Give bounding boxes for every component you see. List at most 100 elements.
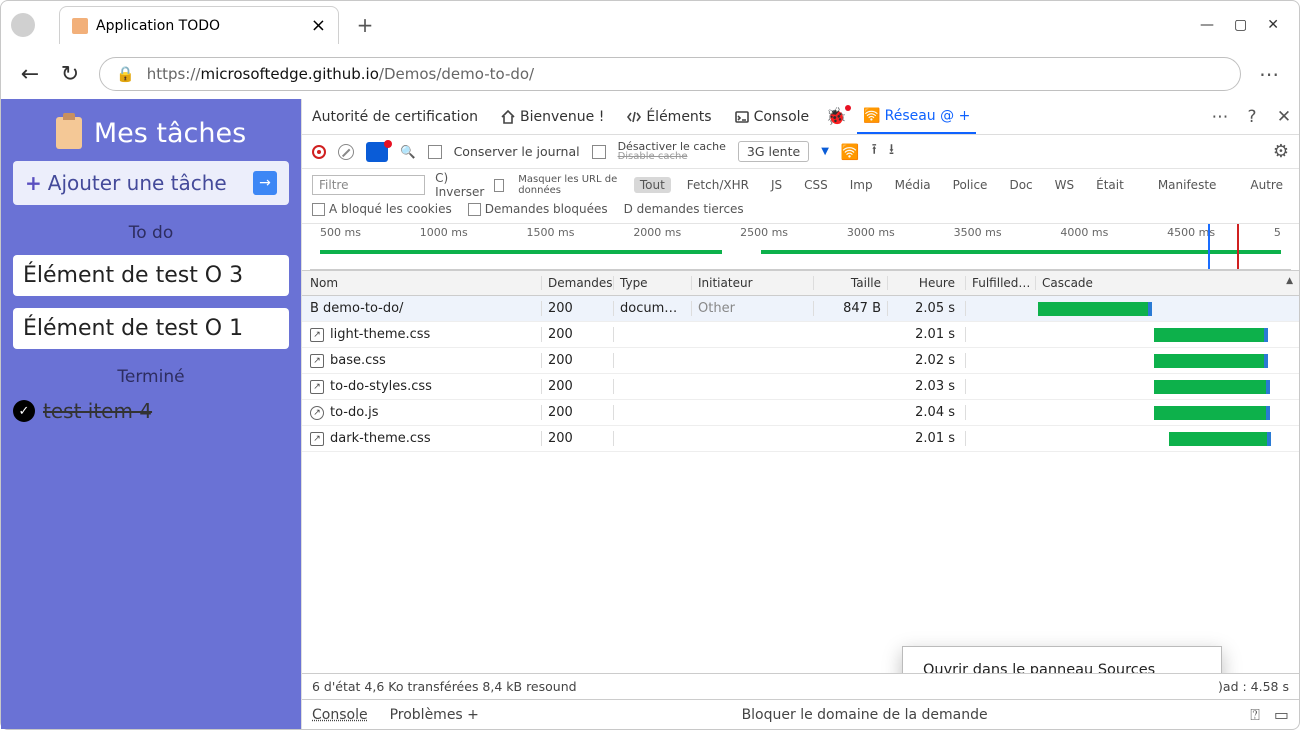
- table-row[interactable]: base.css 200 2.02 s: [302, 348, 1299, 374]
- col-name[interactable]: Nom: [302, 276, 542, 290]
- disable-cache-checkbox[interactable]: [592, 145, 606, 159]
- context-menu: Ouvrir dans le panneau Sources Ouvrir da…: [902, 646, 1222, 673]
- col-type[interactable]: Type: [614, 276, 692, 290]
- filter-input[interactable]: Filtre: [312, 175, 425, 195]
- throttle-select[interactable]: 3G lente: [738, 141, 809, 162]
- add-task-submit-button[interactable]: [253, 171, 277, 195]
- table-row[interactable]: B demo-to-do/ 200 docum… Other 847 B 2.0…: [302, 296, 1299, 322]
- record-button[interactable]: [312, 145, 326, 159]
- network-conditions-icon[interactable]: 🛜: [841, 143, 860, 161]
- back-button[interactable]: ←: [19, 62, 41, 87]
- drawer-console-tab[interactable]: Console: [312, 707, 368, 723]
- third-party-label: D demandes tierces: [624, 202, 744, 216]
- network-table: Nom Demandes Type Initiateur Taille Heur…: [302, 270, 1299, 673]
- table-row[interactable]: to-do-styles.css 200 2.03 s: [302, 374, 1299, 400]
- tab-welcome[interactable]: Bienvenue !: [494, 99, 610, 134]
- devtools-close-button[interactable]: ✕: [1273, 107, 1295, 127]
- ctx-block-domain[interactable]: Bloquer le domaine de la demande: [742, 707, 988, 723]
- url-text: https://microsoftedge.github.io/Demos/de…: [147, 65, 534, 83]
- tab-console[interactable]: Console: [728, 99, 816, 134]
- todo-item[interactable]: Élément de test O 1: [13, 308, 289, 349]
- blocked-requests-label: Demandes bloquées: [485, 202, 608, 216]
- refresh-button[interactable]: ↻: [59, 62, 81, 87]
- tab-network[interactable]: 🛜 Réseau @ +: [857, 99, 976, 134]
- drawer-icon-1[interactable]: ⍰: [1250, 705, 1260, 725]
- network-filters: Filtre C) Inverser Masquer les URL de do…: [302, 169, 1299, 224]
- file-icon: [310, 406, 324, 420]
- file-icon: [310, 432, 324, 446]
- done-item[interactable]: test item 4: [13, 399, 289, 423]
- section-done-label: Terminé: [13, 367, 289, 387]
- check-icon: [13, 400, 35, 422]
- devtools-more-button[interactable]: ⋯: [1209, 107, 1231, 127]
- throttle-caret-icon: ▼: [821, 146, 829, 157]
- drawer-issues-tab[interactable]: Problèmes +: [390, 707, 479, 723]
- profile-avatar[interactable]: [11, 13, 35, 37]
- filter-img-button[interactable]: Imp: [844, 177, 879, 193]
- hide-dataurl-label: Masquer les URL de données: [518, 174, 624, 196]
- col-status[interactable]: Demandes: [542, 276, 614, 290]
- filter-media-button[interactable]: Média: [889, 177, 937, 193]
- browser-tab[interactable]: Application TODO ×: [59, 6, 339, 44]
- filter-css-button[interactable]: CSS: [798, 177, 834, 193]
- devtools-drawer: Console Problèmes + Bloquer le domaine d…: [302, 699, 1299, 729]
- col-fulfilled[interactable]: Fulfilled…: [966, 276, 1036, 290]
- browser-menu-button[interactable]: ⋯: [1259, 62, 1281, 86]
- window-minimize-button[interactable]: —: [1200, 17, 1214, 33]
- demo-app-panel: Mes tâches + Ajouter une tâche To do Élé…: [1, 99, 301, 729]
- col-time[interactable]: Heure: [888, 276, 966, 290]
- col-size[interactable]: Taille: [814, 276, 888, 290]
- app-title: Mes tâches: [13, 117, 289, 149]
- table-row[interactable]: dark-theme.css 200 2.01 s: [302, 426, 1299, 452]
- table-row[interactable]: to-do.js 200 2.04 s: [302, 400, 1299, 426]
- wifi-icon: 🛜: [863, 108, 880, 124]
- filter-manifest-button[interactable]: Manifeste: [1152, 177, 1223, 193]
- done-item-label: test item 4: [43, 399, 152, 423]
- issues-icon[interactable]: 🐞: [825, 107, 847, 127]
- blocked-requests-checkbox[interactable]: [468, 203, 481, 216]
- tab-elements[interactable]: Éléments: [620, 99, 717, 134]
- network-timeline[interactable]: 500 ms1000 ms1500 ms2000 ms2500 ms3000 m…: [310, 224, 1291, 270]
- window-close-button[interactable]: ✕: [1267, 17, 1279, 33]
- tab-close-button[interactable]: ×: [311, 15, 326, 36]
- filter-all-button[interactable]: Tout: [634, 177, 671, 193]
- filter-font-button[interactable]: Police: [947, 177, 994, 193]
- toolbar: ← ↻ 🔒 https://microsoftedge.github.io/De…: [1, 49, 1299, 99]
- filter-other-button[interactable]: Autre: [1244, 177, 1289, 193]
- blocked-cookies-checkbox[interactable]: [312, 203, 325, 216]
- disable-cache-label: Désactiver le cache Disable cache: [618, 142, 726, 162]
- drawer-icon-2[interactable]: ▭: [1274, 705, 1289, 725]
- address-bar[interactable]: 🔒 https://microsoftedge.github.io/Demos/…: [99, 57, 1241, 91]
- devtools-help-button[interactable]: ?: [1241, 107, 1263, 127]
- invert-checkbox[interactable]: [494, 179, 504, 192]
- export-har-icon[interactable]: ⭳: [889, 139, 894, 164]
- window-maximize-button[interactable]: ▢: [1234, 17, 1247, 33]
- col-initiator[interactable]: Initiateur: [692, 276, 814, 290]
- search-icon[interactable]: 🔍: [400, 144, 416, 160]
- tab-cert[interactable]: Autorité de certification: [306, 99, 484, 134]
- filter-wasm-button[interactable]: Était: [1090, 177, 1130, 193]
- table-header[interactable]: Nom Demandes Type Initiateur Taille Heur…: [302, 270, 1299, 296]
- import-har-icon[interactable]: ⭱: [872, 139, 877, 164]
- invert-label: C) Inverser: [435, 171, 484, 199]
- clear-button[interactable]: [338, 144, 354, 160]
- network-settings-icon[interactable]: ⚙: [1273, 141, 1289, 162]
- preserve-log-checkbox[interactable]: [428, 145, 442, 159]
- filter-doc-button[interactable]: Doc: [1003, 177, 1038, 193]
- add-task-input[interactable]: + Ajouter une tâche: [13, 161, 289, 205]
- add-task-label: Ajouter une tâche: [48, 171, 227, 195]
- col-waterfall[interactable]: Cascade▲: [1036, 276, 1299, 290]
- ctx-open-sources[interactable]: Ouvrir dans le panneau Sources: [903, 653, 1221, 673]
- table-row[interactable]: light-theme.css 200 2.01 s: [302, 322, 1299, 348]
- new-tab-button[interactable]: +: [349, 9, 381, 41]
- devtools-panel: Autorité de certification Bienvenue ! Él…: [301, 99, 1299, 729]
- filter-fetch-button[interactable]: Fetch/XHR: [681, 177, 755, 193]
- filter-toggle-button[interactable]: [366, 142, 388, 162]
- filter-ws-button[interactable]: WS: [1049, 177, 1080, 193]
- todo-item[interactable]: Élément de test O 3: [13, 255, 289, 296]
- window-controls: — ▢ ✕: [1200, 17, 1289, 33]
- console-icon: [734, 109, 750, 125]
- filter-js-button[interactable]: JS: [765, 177, 788, 193]
- page-favicon: [72, 18, 88, 34]
- file-icon: [310, 380, 324, 394]
